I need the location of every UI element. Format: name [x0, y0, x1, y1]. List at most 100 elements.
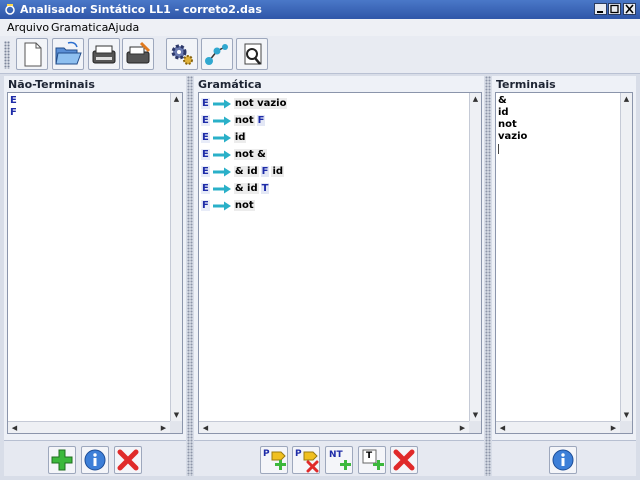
minimize-button[interactable]	[594, 3, 607, 15]
horizontal-scrollbar[interactable]: ◀ ▶	[199, 421, 469, 433]
add-icon	[51, 449, 73, 471]
nonterminals-title: Não-Terminais	[8, 78, 95, 91]
terminals-list[interactable]: & id not vazio ▲ ▼ ◀ ▶	[495, 92, 633, 434]
vertical-scrollbar[interactable]: ▲ ▼	[620, 93, 632, 421]
analyze-button[interactable]	[236, 38, 268, 70]
terminals-button-bar	[492, 440, 636, 476]
add-production-button[interactable]: P	[260, 446, 288, 474]
production-lhs: E	[201, 166, 210, 177]
graph-button[interactable]	[201, 38, 233, 70]
production-arrow-icon	[212, 116, 231, 125]
production-lhs: E	[201, 115, 210, 126]
menu-bar: Arquivo Gramatica Ajuda	[0, 19, 640, 36]
scroll-left-icon[interactable]: ◀	[9, 423, 20, 433]
nonterminals-button-bar	[4, 440, 186, 476]
terminal-symbol: id	[271, 166, 285, 177]
terminal-symbol: not &	[233, 149, 267, 160]
scroll-right-icon[interactable]: ▶	[457, 423, 468, 433]
scroll-left-icon[interactable]: ◀	[200, 423, 211, 433]
production-lhs: E	[201, 132, 210, 143]
production-arrow-icon	[212, 99, 231, 108]
settings-icon	[171, 44, 193, 65]
open-button[interactable]	[52, 38, 84, 70]
list-item[interactable]: E	[10, 95, 17, 107]
vertical-scrollbar[interactable]: ▲ ▼	[469, 93, 481, 421]
toolbar-grip[interactable]	[4, 41, 10, 69]
horizontal-scrollbar[interactable]: ◀ ▶	[8, 421, 170, 433]
new-button[interactable]	[16, 38, 48, 70]
scroll-left-icon[interactable]: ◀	[497, 423, 508, 433]
scroll-right-icon[interactable]: ▶	[158, 423, 169, 433]
window-title: Analisador Sintático LL1 - correto2.das	[20, 3, 262, 16]
scroll-corner	[170, 421, 182, 433]
settings-button[interactable]	[166, 38, 198, 70]
nonterminals-panel: Não-Terminais E F ▲ ▼ ◀ ▶	[4, 76, 186, 476]
save-as-button[interactable]	[122, 38, 154, 70]
list-item[interactable]: &	[498, 95, 527, 107]
splitter-right[interactable]	[485, 76, 491, 476]
production-arrow-icon	[212, 133, 231, 142]
scroll-up-icon[interactable]: ▲	[621, 94, 632, 104]
vertical-scrollbar[interactable]: ▲ ▼	[170, 93, 182, 421]
scroll-down-icon[interactable]: ▼	[171, 410, 182, 420]
scroll-corner	[620, 421, 632, 433]
analyze-icon	[244, 43, 262, 65]
production-row[interactable]: Fnot	[201, 198, 257, 213]
list-item[interactable]: id	[498, 107, 527, 119]
production-row[interactable]: E & id T	[201, 181, 271, 196]
scroll-corner	[469, 421, 481, 433]
close-button[interactable]	[623, 3, 636, 15]
splitter-left[interactable]	[187, 76, 193, 476]
horizontal-scrollbar[interactable]: ◀ ▶	[496, 421, 620, 433]
remove-production-button[interactable]: P	[292, 446, 320, 474]
delete-icon	[117, 449, 139, 471]
add-terminal-button[interactable]: T	[358, 446, 386, 474]
save-icon	[92, 45, 116, 64]
list-item[interactable]: F	[10, 107, 17, 119]
add-nonterminal-production-button[interactable]: NT	[325, 446, 353, 474]
production-lhs: E	[201, 183, 210, 194]
title-bar: Analisador Sintático LL1 - correto2.das	[0, 0, 640, 19]
production-arrow-icon	[212, 150, 231, 159]
list-item[interactable]: not	[498, 119, 527, 131]
scroll-up-icon[interactable]: ▲	[470, 94, 481, 104]
scroll-right-icon[interactable]: ▶	[608, 423, 619, 433]
nonterminal-info-button[interactable]	[81, 446, 109, 474]
info-icon	[552, 449, 574, 471]
scroll-up-icon[interactable]: ▲	[171, 94, 182, 104]
production-row[interactable]: Enot &	[201, 147, 269, 162]
grammar-panel: Gramática ▲ ▼ ◀ ▶ Enot vazio Enot F Eid Enot…	[194, 76, 484, 476]
production-row[interactable]: E & id Fid	[201, 164, 286, 179]
delete-production-button[interactable]	[390, 446, 418, 474]
production-row[interactable]: Enot vazio	[201, 96, 289, 111]
terminal-symbol: id	[233, 132, 247, 143]
nonterminal-symbol: F	[260, 166, 270, 177]
save-button[interactable]	[88, 38, 120, 70]
production-row[interactable]: Eid	[201, 130, 248, 145]
menu-gramatica[interactable]: Gramatica	[51, 21, 108, 34]
production-row[interactable]: Enot F	[201, 113, 267, 128]
scroll-down-icon[interactable]: ▼	[621, 410, 632, 420]
terminal-info-button[interactable]	[549, 446, 577, 474]
terminals-panel: Terminais & id not vazio ▲ ▼ ◀ ▶	[492, 76, 636, 476]
grammar-title: Gramática	[198, 78, 262, 91]
delete-nonterminal-button[interactable]	[114, 446, 142, 474]
delete-icon	[393, 449, 415, 471]
add-production-label: P	[263, 449, 270, 459]
maximize-button[interactable]	[608, 3, 621, 15]
terminal-symbol: & id	[233, 183, 259, 194]
grammar-list[interactable]: ▲ ▼ ◀ ▶ Enot vazio Enot F Eid Enot & E & id Fid…	[198, 92, 482, 434]
add-nonterminal-button[interactable]	[48, 446, 76, 474]
app-icon	[5, 4, 15, 15]
add-terminal-label: T	[366, 451, 373, 461]
menu-ajuda[interactable]: Ajuda	[108, 21, 139, 34]
scroll-down-icon[interactable]: ▼	[470, 410, 481, 420]
text-caret	[498, 144, 499, 154]
open-folder-icon	[55, 41, 82, 65]
save-as-icon	[126, 41, 151, 64]
graph-icon	[205, 44, 228, 65]
nonterminals-list[interactable]: E F ▲ ▼ ◀ ▶	[7, 92, 183, 434]
terminal-symbol: not	[233, 115, 255, 126]
menu-arquivo[interactable]: Arquivo	[7, 21, 49, 34]
list-item[interactable]: vazio	[498, 131, 527, 143]
